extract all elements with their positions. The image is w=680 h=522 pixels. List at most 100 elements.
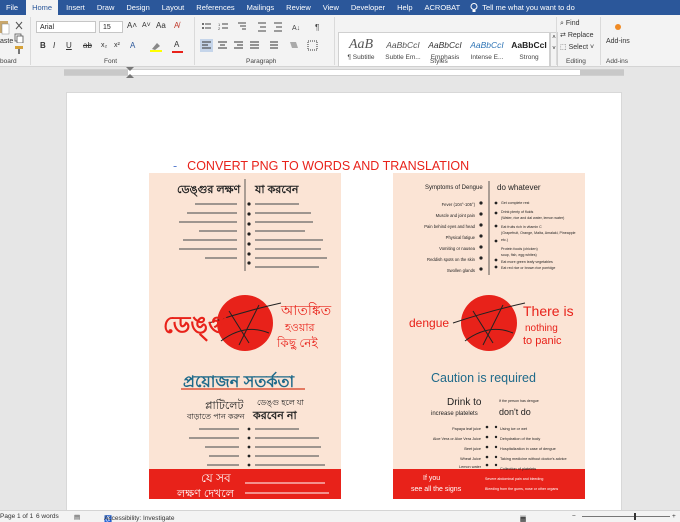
numbering-icon[interactable]: 12 (218, 22, 228, 31)
bold-button[interactable]: B (40, 41, 46, 51)
tab-layout[interactable]: Layout (156, 0, 191, 15)
todo-title: যা করবেন (255, 184, 299, 196)
document-page[interactable]: - CONVERT PNG TO WORDS AND TRANSLATION ড… (66, 92, 622, 510)
superscript-button[interactable]: x² (114, 41, 120, 51)
dont-item: Collection of platelets (500, 467, 537, 471)
select-button[interactable]: ⬚ Select ˅ (560, 43, 594, 53)
tab-design[interactable]: Design (120, 0, 155, 15)
grow-font-button[interactable]: A˄ (127, 21, 137, 31)
line-spacing-icon[interactable] (270, 41, 278, 49)
platelet-line2: বাড়াতে পান করুন (187, 412, 245, 421)
style-intense-emphasis[interactable]: AaBbCcI Intense E... (466, 36, 508, 61)
zoom-out-button[interactable]: − (572, 513, 576, 520)
addins-button[interactable]: Add-ins (606, 37, 630, 47)
shrink-font-button[interactable]: A˅ (142, 21, 151, 31)
font-name-combo[interactable]: Arial (36, 21, 96, 33)
web-layout-icon[interactable]: ▦ (520, 515, 526, 522)
page-count[interactable]: Page 1 of 1 (0, 513, 33, 520)
copy-icon[interactable] (14, 33, 24, 43)
indent-marker[interactable] (126, 67, 134, 78)
tab-developer[interactable]: Developer (345, 0, 391, 15)
style-sample: AaBbCcI (428, 40, 462, 50)
zoom-thumb[interactable] (634, 513, 636, 520)
tab-insert[interactable]: Insert (60, 0, 91, 15)
clear-formatting-icon: A̸ (174, 21, 180, 30)
tab-acrobat[interactable]: ACROBAT (419, 0, 467, 15)
find-button[interactable]: ⌕ Find (560, 19, 580, 29)
change-case-icon: Aa (156, 21, 166, 30)
word-window: File Home Insert Draw Design Layout Refe… (0, 0, 680, 522)
accessibility-text: Accessibility: Investigate (104, 515, 175, 522)
proofing-icon[interactable]: ▤ (74, 513, 80, 521)
word-count[interactable]: 6 words (36, 513, 59, 520)
subscript-button[interactable]: x₂ (101, 41, 107, 51)
bullets-icon[interactable] (202, 23, 211, 29)
tab-review[interactable]: Review (280, 0, 317, 15)
multilevel-list-icon[interactable] (238, 22, 246, 30)
cut-icon[interactable] (14, 21, 24, 31)
juice-item: Papaya leaf juice (452, 427, 481, 431)
style-subtitle[interactable]: AaB ¶ Subtitle (340, 36, 382, 61)
clear-formatting-button[interactable]: A̸ (174, 21, 179, 31)
text-effects-button[interactable]: A (130, 41, 135, 51)
justify-icon[interactable] (250, 41, 259, 49)
style-strong[interactable]: AaBbCcI Strong (508, 36, 550, 61)
subscript-icon: x₂ (101, 42, 108, 49)
highlight-icon[interactable] (150, 41, 162, 52)
format-painter-icon[interactable] (14, 45, 24, 55)
dont-line2: করবেন না (253, 410, 297, 422)
align-center-icon[interactable] (218, 41, 227, 49)
todo-list: Get complete rest Drink plenty of fluids… (501, 200, 583, 272)
style-sample: AaBbCcI (511, 40, 547, 50)
bottom-line1: If you (423, 475, 441, 482)
align-right-icon[interactable] (234, 41, 243, 49)
clipboard-label: board (0, 58, 17, 65)
horizontal-ruler[interactable] (0, 67, 680, 78)
zoom-slider[interactable] (582, 516, 670, 517)
svg-text:¶: ¶ (315, 23, 319, 32)
decrease-indent-icon[interactable] (258, 22, 266, 32)
tell-me-box[interactable]: Tell me what you want to do (470, 2, 575, 13)
underline-button[interactable]: U (66, 41, 72, 51)
tab-view[interactable]: View (317, 0, 345, 15)
show-formatting-icon[interactable]: ¶ (315, 23, 319, 32)
tab-mailings[interactable]: Mailings (241, 0, 281, 15)
sort-icon[interactable]: A↓ (292, 25, 300, 32)
strikethrough-button[interactable]: ab (83, 41, 92, 51)
symptoms-title: Symptoms of Dengue (425, 185, 483, 191)
divider (30, 17, 31, 65)
style-name: Intense E... (470, 54, 504, 61)
juice-item: Lemon water (459, 465, 481, 469)
ruler-margin-right (580, 70, 624, 75)
tab-help[interactable]: Help (391, 0, 418, 15)
shading-icon[interactable] (290, 42, 298, 48)
tab-file[interactable]: File (0, 0, 24, 15)
style-subtle-emphasis[interactable]: AaBbCcI Subtle Em... (382, 36, 424, 61)
italic-button[interactable]: I (53, 41, 55, 51)
addins-icon (613, 22, 623, 32)
borders-icon[interactable] (307, 40, 318, 51)
font-color-button[interactable]: A (174, 40, 179, 50)
tab-references[interactable]: References (190, 0, 240, 15)
divider (556, 17, 557, 65)
dont-item: Taking medicine without doctor's advice (500, 457, 567, 461)
zoom-in-button[interactable]: + (672, 513, 676, 520)
list-buttons[interactable]: 12 A↓ ¶ (200, 21, 330, 33)
tab-home[interactable]: Home (26, 0, 59, 15)
heading-line[interactable]: - CONVERT PNG TO WORDS AND TRANSLATION (173, 159, 469, 173)
font-size-combo[interactable]: 15 (99, 21, 123, 33)
change-case-button[interactable]: Aa (156, 21, 166, 31)
increase-indent-icon[interactable] (274, 22, 282, 32)
todo-item: Protein foods (chicken) (501, 246, 538, 251)
replace-label: Replace (567, 32, 594, 39)
replace-button[interactable]: ⇄ Replace (560, 31, 594, 41)
font-color-swatch (172, 51, 183, 53)
chevron-down-icon: ˅ (588, 44, 595, 51)
ribbon-tabs: File Home Insert Draw Design Layout Refe… (0, 0, 680, 15)
select-icon: ⬚ (560, 44, 569, 51)
paste-button[interactable]: aste (0, 37, 13, 47)
heading-text: CONVERT PNG TO WORDS AND TRANSLATION (187, 159, 470, 173)
alignment-buttons[interactable] (200, 39, 330, 53)
tab-draw[interactable]: Draw (91, 0, 121, 15)
find-label: Find (565, 20, 580, 27)
